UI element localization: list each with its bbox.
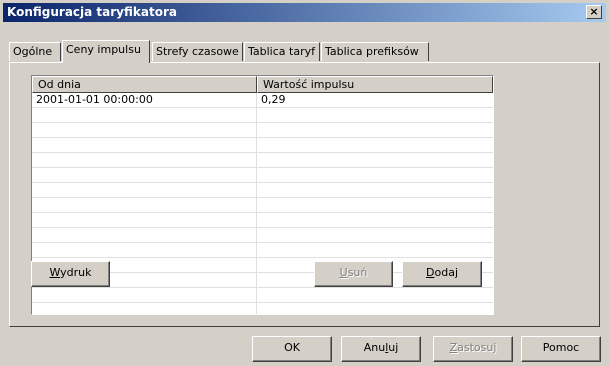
close-button[interactable]: × xyxy=(586,5,602,19)
close-icon: × xyxy=(589,5,599,18)
mnemonic: W xyxy=(49,266,61,279)
button-label: suń xyxy=(347,266,368,279)
cell-wartosc-impulsu: 0,29 xyxy=(261,93,286,106)
ok-button[interactable]: OK xyxy=(252,336,332,362)
empty-row xyxy=(32,243,493,258)
button-label: OK xyxy=(284,341,300,354)
apply-button[interactable]: Zastosuj xyxy=(433,336,513,362)
tab-tablica-taryf[interactable]: Tablica taryf xyxy=(244,42,320,61)
column-label: Wartość impulsu xyxy=(263,78,355,91)
add-button[interactable]: Dodaj xyxy=(402,261,482,287)
column-label: Od dnia xyxy=(38,78,81,91)
tab-strefy-czasowe[interactable]: Strefy czasowe xyxy=(152,42,243,61)
empty-row xyxy=(32,213,493,228)
table-row[interactable]: 2001-01-01 00:00:00 0,29 xyxy=(32,93,493,108)
button-label: uj xyxy=(388,341,399,354)
dialog-window: Konfiguracja taryfikatora × Ogólne Ceny … xyxy=(0,0,609,366)
empty-row xyxy=(32,153,493,168)
print-button[interactable]: Wydruk xyxy=(31,261,110,287)
empty-row xyxy=(32,123,493,138)
tab-label: Ceny impulsu xyxy=(66,43,141,56)
button-label: astosuj xyxy=(457,341,497,354)
tab-label: Ogólne xyxy=(13,45,53,58)
button-label: odaj xyxy=(434,266,458,279)
help-button[interactable]: Pomoc xyxy=(521,336,601,362)
delete-button[interactable]: Usuń xyxy=(314,261,393,287)
empty-row xyxy=(32,138,493,153)
empty-row xyxy=(32,183,493,198)
column-header-od-dnia[interactable]: Od dnia xyxy=(32,76,257,93)
empty-row xyxy=(32,108,493,123)
button-label: Pomoc xyxy=(542,341,580,354)
tab-ceny-impulsu[interactable]: Ceny impulsu xyxy=(62,40,150,63)
tab-panel-ceny-impulsu: Od dnia Wartość impulsu 2001-01-01 00:00… xyxy=(9,62,600,327)
window-title: Konfiguracja taryfikatora xyxy=(7,5,177,19)
list-header: Od dnia Wartość impulsu xyxy=(32,76,493,93)
empty-row xyxy=(32,228,493,243)
tab-ogolne[interactable]: Ogólne xyxy=(9,42,61,61)
title-bar[interactable]: Konfiguracja taryfikatora × xyxy=(3,3,606,22)
tab-label: Strefy czasowe xyxy=(156,45,239,58)
empty-row xyxy=(32,168,493,183)
empty-row xyxy=(32,288,493,303)
tab-tablica-prefiksow[interactable]: Tablica prefiksów xyxy=(321,42,429,61)
tab-label: Tablica prefiksów xyxy=(325,45,419,58)
mnemonic: Z xyxy=(449,341,458,354)
tab-label: Tablica taryf xyxy=(248,45,315,58)
cancel-button[interactable]: Anuluj xyxy=(341,336,421,362)
button-label: ydruk xyxy=(60,266,92,279)
mnemonic: U xyxy=(339,266,348,279)
cell-od-dnia: 2001-01-01 00:00:00 xyxy=(36,93,153,106)
empty-row xyxy=(32,198,493,213)
column-header-wartosc-impulsu[interactable]: Wartość impulsu xyxy=(257,76,493,93)
button-label: Anu xyxy=(363,341,386,354)
